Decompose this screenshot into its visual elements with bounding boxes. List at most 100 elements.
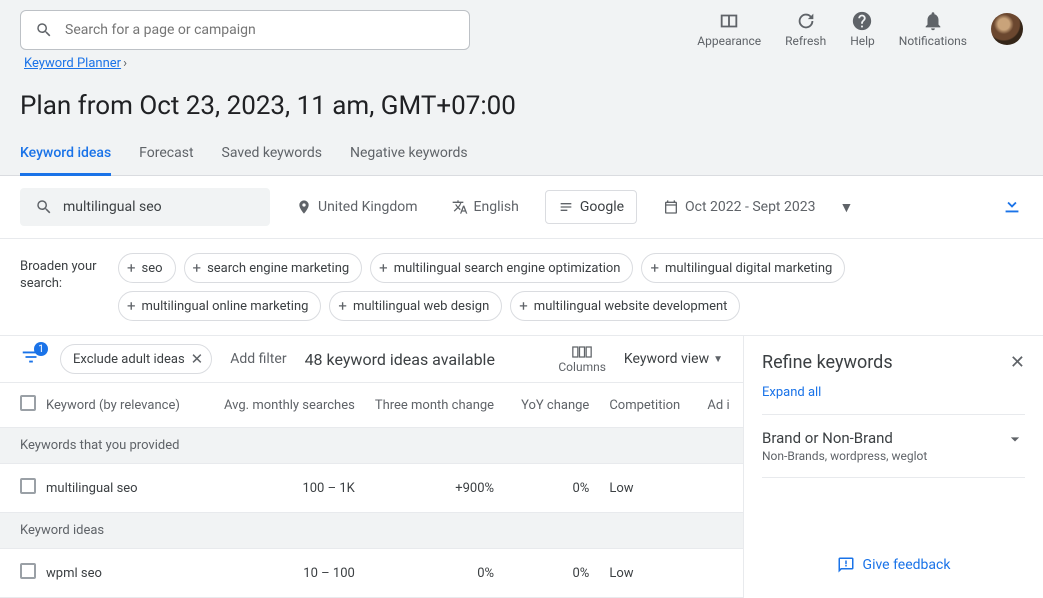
language-filter[interactable]: English: [444, 193, 527, 221]
chip-mwd[interactable]: +multilingual web design: [329, 291, 502, 321]
table-row[interactable]: multilingual seo 100 – 1K +900% 0% Low: [0, 464, 743, 513]
network-filter[interactable]: Google: [545, 190, 637, 224]
cell-searches: 10 – 100: [202, 549, 365, 598]
tab-negative-keywords[interactable]: Negative keywords: [350, 135, 468, 175]
chip-seo[interactable]: +seo: [118, 253, 176, 283]
bell-icon: [922, 10, 944, 32]
search-input[interactable]: [65, 22, 455, 38]
help-label: Help: [850, 34, 875, 48]
refresh-icon: [795, 10, 817, 32]
appearance-label: Appearance: [697, 34, 761, 48]
cell-competition: Low: [599, 464, 697, 513]
feedback-icon: [837, 556, 855, 574]
brand-title: Brand or Non-Brand: [762, 429, 927, 447]
chevron-down-icon: [1005, 429, 1025, 449]
page-title: Plan from Oct 23, 2023, 11 am, GMT+07:00: [0, 71, 1043, 135]
location-icon: [296, 199, 312, 215]
plus-icon: +: [650, 259, 659, 277]
cell-keyword: wpml seo: [36, 549, 202, 598]
chevron-right-icon: ›: [123, 56, 127, 71]
row-checkbox[interactable]: [20, 478, 36, 494]
avatar[interactable]: [991, 13, 1023, 45]
ideas-available-text: 48 keyword ideas available: [305, 350, 495, 369]
plus-icon: +: [338, 297, 347, 315]
chip-sem[interactable]: +search engine marketing: [184, 253, 363, 283]
cell-three-month: +900%: [365, 464, 504, 513]
refresh-button[interactable]: Refresh: [785, 10, 826, 48]
breadcrumb: Keyword Planner›: [20, 50, 1043, 71]
help-button[interactable]: Help: [850, 10, 875, 48]
expand-all-link[interactable]: Expand all: [762, 385, 1025, 415]
plus-icon: +: [519, 297, 528, 315]
table-row[interactable]: wpml seo 10 – 100 0% 0% Low: [0, 549, 743, 598]
chip-mseo[interactable]: +multilingual search engine optimization: [370, 253, 633, 283]
section-provided: Keywords that you provided: [0, 428, 743, 464]
notifications-button[interactable]: Notifications: [899, 10, 967, 48]
close-refine-button[interactable]: ✕: [1010, 352, 1025, 373]
location-value: United Kingdom: [318, 199, 418, 215]
cell-three-month: 0%: [365, 549, 504, 598]
date-range-filter[interactable]: Oct 2022 - Sept 2023 ▼: [655, 193, 861, 222]
notifications-label: Notifications: [899, 34, 967, 48]
col-keyword[interactable]: Keyword (by relevance): [36, 383, 202, 428]
col-yoy[interactable]: YoY change: [504, 383, 599, 428]
plus-icon: +: [127, 259, 136, 277]
plus-icon: +: [379, 259, 388, 277]
refine-panel: Refine keywords ✕ Expand all Brand or No…: [743, 336, 1043, 598]
cell-searches: 100 – 1K: [202, 464, 365, 513]
col-competition[interactable]: Competition: [599, 383, 697, 428]
location-filter[interactable]: United Kingdom: [288, 193, 426, 221]
tab-saved-keywords[interactable]: Saved keywords: [222, 135, 322, 175]
tabs: Keyword ideas Forecast Saved keywords Ne…: [0, 135, 1043, 176]
keyword-view-dropdown[interactable]: Keyword view ▼: [624, 351, 723, 367]
help-icon: [851, 10, 873, 32]
chevron-down-icon: ▼: [839, 199, 853, 216]
columns-button[interactable]: Columns: [558, 345, 606, 374]
refine-title: Refine keywords: [762, 352, 893, 373]
search-icon: [35, 21, 53, 39]
plus-icon: +: [127, 297, 136, 315]
select-all-checkbox[interactable]: [20, 395, 36, 411]
appearance-button[interactable]: Appearance: [697, 10, 761, 48]
exclude-adult-pill[interactable]: Exclude adult ideas ✕: [60, 344, 212, 374]
download-button[interactable]: [1001, 194, 1023, 220]
search-icon: [35, 198, 53, 216]
download-icon: [1001, 194, 1023, 216]
chevron-down-icon: ▼: [713, 354, 723, 365]
network-icon: [558, 199, 574, 215]
date-range-value: Oct 2022 - Sept 2023: [685, 199, 815, 215]
section-ideas: Keyword ideas: [0, 513, 743, 549]
add-filter-button[interactable]: Add filter: [230, 351, 286, 367]
translate-icon: [452, 199, 468, 215]
brand-subtitle: Non-Brands, wordpress, weglot: [762, 449, 927, 463]
breadcrumb-link[interactable]: Keyword Planner: [24, 56, 121, 71]
keyword-input-wrap[interactable]: [20, 188, 270, 226]
col-ad-impression[interactable]: Ad i: [697, 383, 743, 428]
columns-icon: [572, 345, 592, 359]
chip-mom[interactable]: +multilingual online marketing: [118, 291, 321, 321]
brand-section[interactable]: Brand or Non-Brand Non-Brands, wordpress…: [762, 415, 1025, 478]
refresh-label: Refresh: [785, 34, 826, 48]
cell-competition: Low: [599, 549, 697, 598]
broaden-chips: +seo +search engine marketing +multiling…: [118, 253, 1023, 321]
close-icon[interactable]: ✕: [191, 350, 204, 368]
tab-keyword-ideas[interactable]: Keyword ideas: [20, 135, 111, 176]
appearance-icon: [718, 10, 740, 32]
global-search[interactable]: [20, 10, 470, 50]
keywords-table: Keyword (by relevance) Avg. monthly sear…: [0, 383, 743, 598]
tab-forecast[interactable]: Forecast: [139, 135, 193, 175]
keyword-input[interactable]: [63, 199, 255, 215]
filter-funnel[interactable]: 1: [20, 346, 42, 372]
network-value: Google: [580, 199, 624, 215]
give-feedback-button[interactable]: Give feedback: [762, 532, 1025, 582]
filter-badge: 1: [34, 342, 48, 356]
plus-icon: +: [193, 259, 202, 277]
col-three-month[interactable]: Three month change: [365, 383, 504, 428]
chip-mdm[interactable]: +multilingual digital marketing: [641, 253, 845, 283]
broaden-label: Broaden your search:: [20, 253, 102, 293]
row-checkbox[interactable]: [20, 563, 36, 579]
cell-keyword: multilingual seo: [36, 464, 202, 513]
cell-yoy: 0%: [504, 549, 599, 598]
chip-mwdev[interactable]: +multilingual website development: [510, 291, 740, 321]
col-searches[interactable]: Avg. monthly searches: [202, 383, 365, 428]
